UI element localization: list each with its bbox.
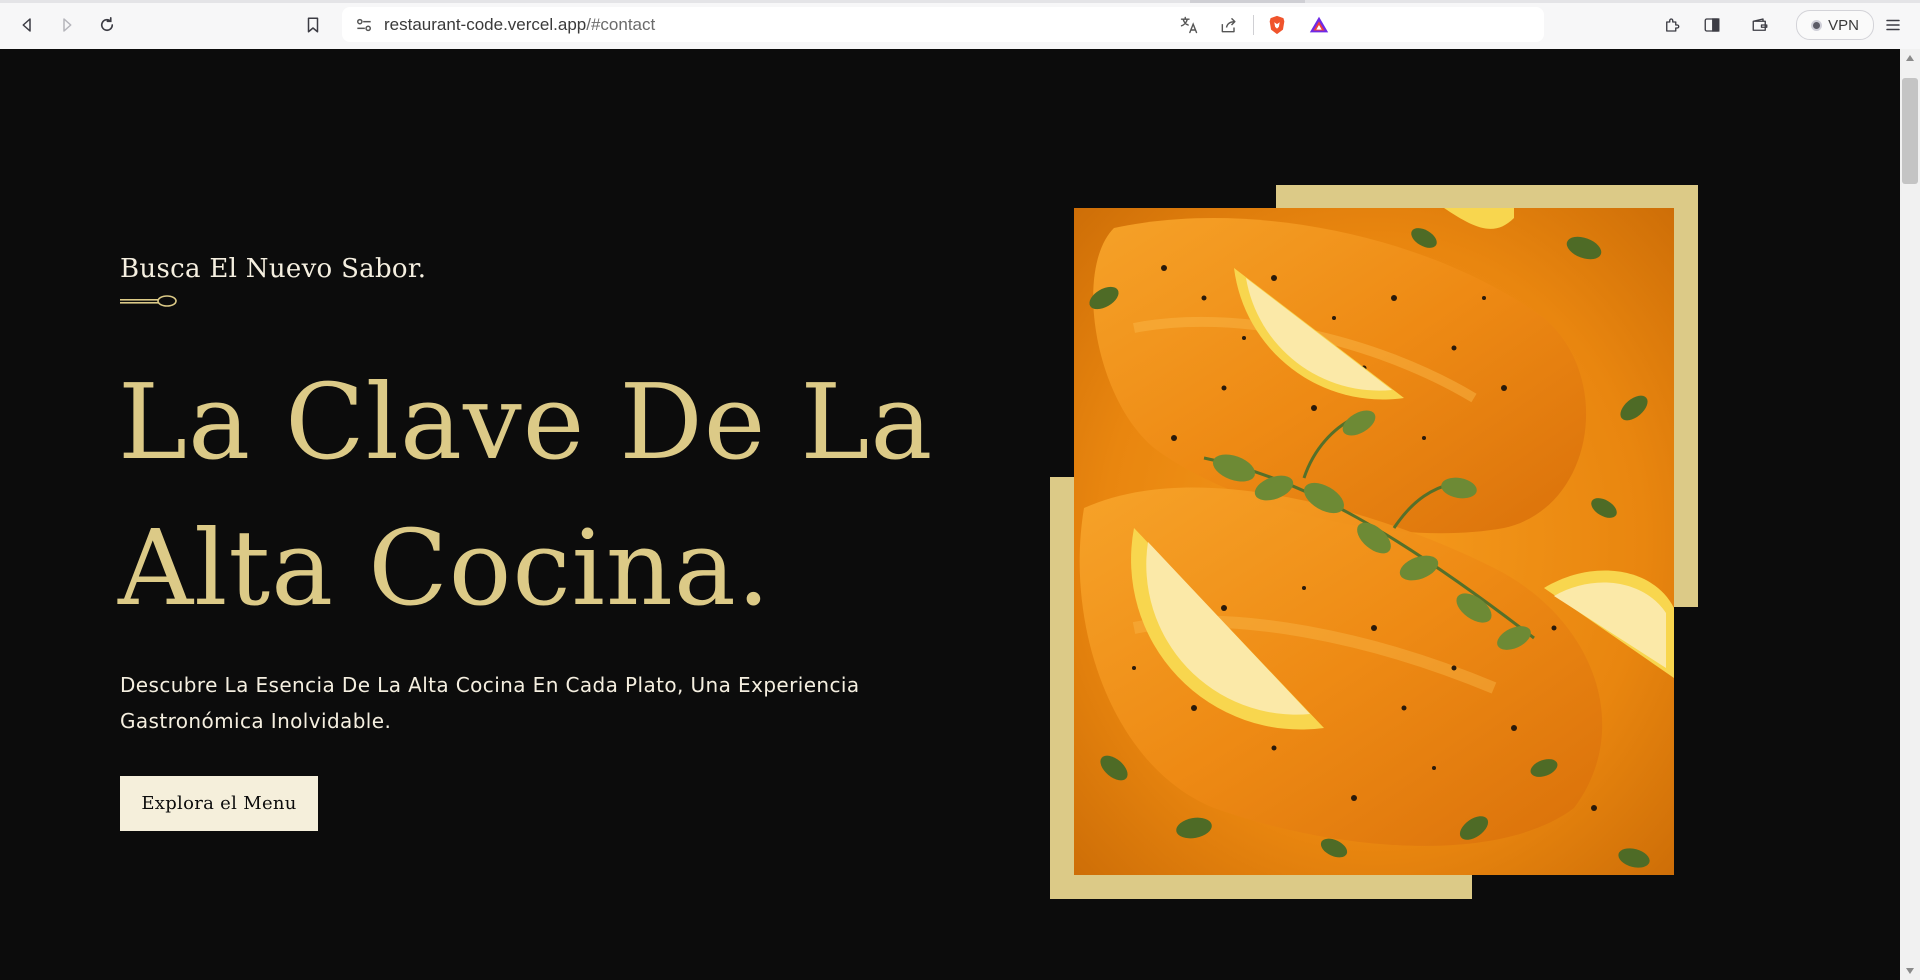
reload-icon [100, 17, 114, 32]
vpn-status-icon [1811, 19, 1823, 31]
forward-icon [63, 18, 72, 32]
scroll-down-icon[interactable] [1906, 968, 1914, 974]
headline-line-1: La Clave De La [118, 361, 934, 483]
url-host: restaurant-code.vercel.app [384, 15, 587, 34]
hero-headline: La Clave De La Alta Cocina. [118, 349, 934, 641]
brave-rewards-button[interactable] [1307, 13, 1331, 37]
site-settings-icon[interactable] [354, 15, 374, 35]
share-icon [1221, 17, 1236, 33]
tab-strip [0, 0, 1920, 3]
main-menu-button[interactable] [1878, 10, 1908, 40]
vpn-label: VPN [1828, 16, 1859, 34]
forward-button[interactable] [52, 10, 82, 40]
url-text[interactable]: restaurant-code.vercel.app/#contact [384, 15, 655, 35]
share-button[interactable] [1217, 13, 1241, 37]
scrollbar-thumb[interactable] [1902, 78, 1918, 184]
extensions-button[interactable] [1657, 10, 1687, 40]
back-button[interactable] [12, 10, 42, 40]
divider [1253, 15, 1254, 35]
hero-kicker: Busca El Nuevo Sabor. [120, 254, 427, 284]
wallet-button[interactable] [1745, 10, 1775, 40]
bookmark-button[interactable] [298, 10, 328, 40]
bookmark-icon [307, 17, 319, 33]
sidebar-button[interactable] [1697, 10, 1727, 40]
spoon-icon [120, 295, 177, 307]
back-icon [22, 18, 31, 32]
active-tab-indicator [1190, 0, 1305, 3]
menu-icon [1886, 19, 1900, 31]
salmon-dish-image [1074, 208, 1674, 875]
vpn-button[interactable]: VPN [1796, 10, 1874, 40]
address-bar[interactable]: restaurant-code.vercel.app/#contact [342, 7, 1544, 42]
browser-toolbar: restaurant-code.vercel.app/#contact VPN [0, 0, 1920, 50]
hero-description: Descubre La Esencia De La Alta Cocina En… [120, 673, 860, 733]
extensions-icon [1666, 18, 1680, 32]
url-path: /#contact [586, 15, 656, 34]
wallet-icon [1752, 18, 1768, 31]
scroll-up-icon[interactable] [1906, 55, 1914, 61]
headline-line-2: Alta Cocina. [118, 507, 771, 629]
reload-button[interactable] [92, 10, 122, 40]
brave-shields-icon [1269, 15, 1285, 35]
translate-icon [1180, 16, 1198, 34]
brave-rewards-icon [1309, 16, 1329, 33]
page-scrollbar[interactable] [1900, 49, 1920, 980]
hero-section: Busca El Nuevo Sabor. La Clave De La Alt… [0, 49, 1900, 980]
sidebar-icon [1704, 18, 1720, 32]
explore-menu-button[interactable]: Explora el Menu [120, 776, 318, 831]
brave-shields-button[interactable] [1265, 13, 1289, 37]
translate-button[interactable] [1177, 13, 1201, 37]
